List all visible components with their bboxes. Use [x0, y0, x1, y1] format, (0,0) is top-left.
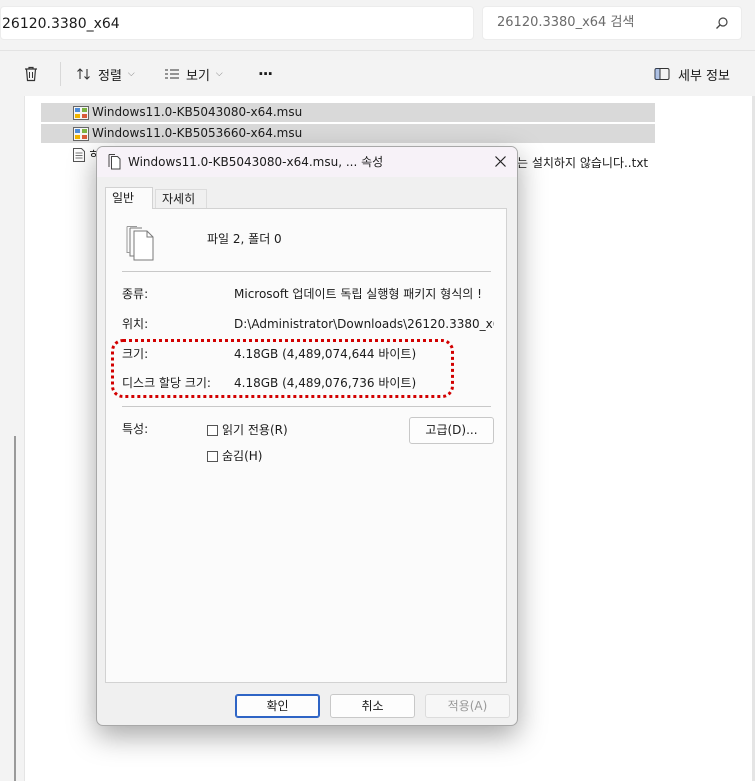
hidden-label: 숨김(H) [222, 449, 263, 463]
details-pane-button[interactable]: 세부 정보 [654, 58, 730, 90]
list-view-icon [165, 69, 179, 79]
disk-size-value: 4.18GB (4,489,076,736 바이트) [234, 376, 417, 390]
disk-size-label: 디스크 할당 크기: [122, 376, 211, 390]
address-bar[interactable]: 26120.3380_x64 [0, 6, 474, 40]
hidden-checkbox[interactable]: 숨김(H) [207, 448, 262, 464]
file-name: Windows11.0-KB5053660-x64.msu [92, 126, 303, 140]
dialog-title: Windows11.0-KB5043080-x64.msu, ... 속성 [128, 155, 384, 169]
navigation-scrollbar[interactable] [14, 436, 16, 781]
location-label: 위치: [122, 317, 149, 331]
ok-button[interactable]: 확인 [235, 694, 320, 718]
file-row[interactable]: Windows11.0-KB5053660-x64.msu [41, 124, 655, 143]
delete-button[interactable] [22, 58, 44, 90]
trash-icon [25, 66, 37, 82]
navigation-pane-edge [0, 96, 25, 781]
file-name-tail: 는 설치하지 않습니다..txt [517, 156, 649, 170]
selection-summary: 파일 2, 폴더 0 [207, 232, 282, 246]
file-row[interactable]: ㅎ [41, 145, 99, 164]
file-name: Windows11.0-KB5043080-x64.msu [92, 105, 303, 119]
sort-button[interactable]: 정렬 ⌵ [76, 58, 135, 90]
divider [122, 271, 491, 272]
sort-label: 정렬 [98, 68, 122, 84]
document-icon [108, 154, 121, 170]
search-placeholder: 26120.3380_x64 검색 [497, 15, 635, 30]
toolbar-separator [60, 62, 61, 86]
location-value: D:\Administrator\Downloads\26120.3380_x6… [234, 317, 494, 331]
divider [122, 406, 491, 407]
dialog-titlebar[interactable]: Windows11.0-KB5043080-x64.msu, ... 속성 [97, 147, 517, 177]
multiple-files-icon [126, 226, 154, 261]
search-icon [716, 17, 728, 29]
readonly-checkbox[interactable]: 읽기 전용(R) [207, 422, 288, 438]
attributes-label: 특성: [122, 422, 149, 436]
more-options-button[interactable]: ··· [258, 58, 273, 90]
properties-dialog[interactable]: Windows11.0-KB5043080-x64.msu, ... 속성 일반… [96, 146, 518, 726]
cancel-button[interactable]: 취소 [330, 694, 415, 718]
more-icon: ··· [258, 65, 273, 83]
address-path: 26120.3380_x64 [2, 16, 120, 32]
readonly-label: 읽기 전용(R) [222, 423, 288, 437]
tab-details[interactable]: 자세히 [155, 189, 207, 209]
close-icon[interactable] [494, 155, 507, 168]
tab-general[interactable]: 일반 [105, 187, 153, 209]
size-label: 크기: [122, 347, 149, 361]
general-tab-panel: 파일 2, 폴더 0 종류: Microsoft 업데이트 독립 실행형 패키지… [105, 208, 507, 683]
details-pane-icon [654, 68, 670, 80]
toolbar-divider [0, 50, 755, 51]
search-box[interactable]: 26120.3380_x64 검색 [482, 6, 742, 40]
msu-file-icon [73, 126, 89, 141]
chevron-down-icon: ⌵ [215, 69, 223, 79]
view-button[interactable]: 보기 ⌵ [164, 58, 223, 90]
text-file-icon [73, 147, 85, 162]
type-label: 종류: [122, 287, 149, 301]
file-row[interactable]: Windows11.0-KB5043080-x64.msu [41, 103, 655, 122]
checkbox-box[interactable] [207, 450, 218, 462]
size-value: 4.18GB (4,489,074,644 바이트) [234, 347, 417, 361]
chevron-down-icon: ⌵ [127, 69, 135, 79]
msu-file-icon [73, 105, 89, 120]
details-label: 세부 정보 [678, 68, 730, 84]
sort-arrows-icon [77, 68, 90, 80]
advanced-button[interactable]: 고급(D)... [409, 417, 494, 444]
view-label: 보기 [186, 68, 210, 84]
apply-button[interactable]: 적용(A) [425, 694, 510, 718]
type-value: Microsoft 업데이트 독립 실행형 패키지 형식의 ! [234, 287, 482, 301]
checkbox-box[interactable] [207, 424, 218, 436]
